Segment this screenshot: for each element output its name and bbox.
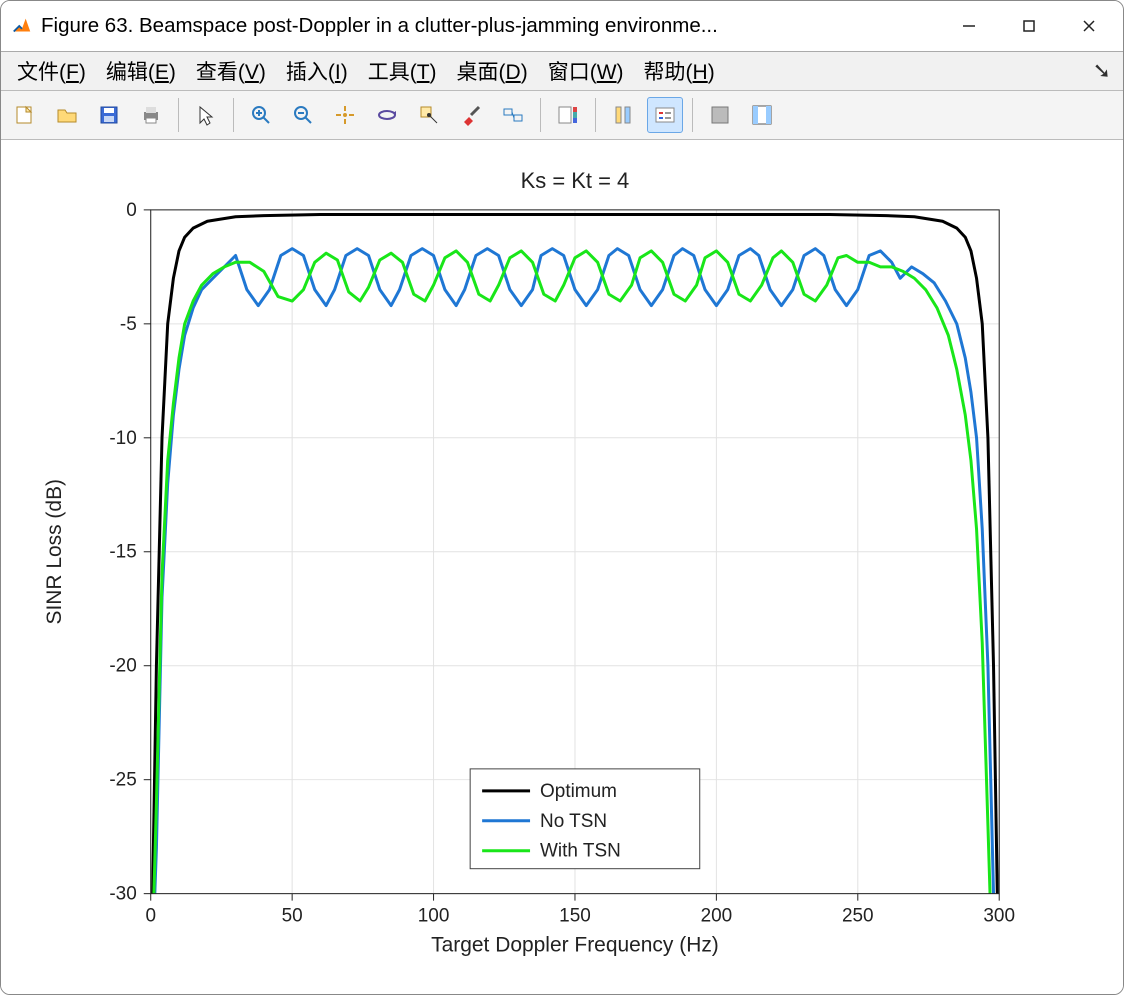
svg-text:0: 0 xyxy=(145,906,156,927)
insert-colorbar-icon[interactable] xyxy=(605,97,641,133)
svg-text:-15: -15 xyxy=(109,542,136,563)
svg-text:With TSN: With TSN xyxy=(540,841,621,862)
show-plot-tools-icon[interactable] xyxy=(744,97,780,133)
rotate3d-icon[interactable] xyxy=(369,97,405,133)
svg-text:150: 150 xyxy=(559,906,591,927)
close-button[interactable] xyxy=(1059,6,1119,46)
menu-f[interactable]: 文件(F) xyxy=(7,54,96,88)
figure-window: Figure 63. Beamspace post-Doppler in a c… xyxy=(0,0,1124,995)
minimize-button[interactable] xyxy=(939,6,999,46)
svg-text:-5: -5 xyxy=(120,314,137,335)
insert-legend-icon[interactable] xyxy=(647,97,683,133)
svg-text:Optimum: Optimum xyxy=(540,781,617,802)
menu-e[interactable]: 编辑(E) xyxy=(96,54,186,88)
menu-v[interactable]: 查看(V) xyxy=(186,54,276,88)
colorbar-icon[interactable] xyxy=(550,97,586,133)
chart-title: Ks = Kt = 4 xyxy=(521,168,630,193)
print-icon[interactable] xyxy=(133,97,169,133)
maximize-button[interactable] xyxy=(999,6,1059,46)
menubar: 文件(F)编辑(E)查看(V)插入(I)工具(T)桌面(D)窗口(W)帮助(H)… xyxy=(1,52,1123,91)
pointer-icon[interactable] xyxy=(188,97,224,133)
menu-d[interactable]: 桌面(D) xyxy=(447,54,538,88)
legend[interactable]: Optimum No TSN With TSN xyxy=(470,769,700,869)
titlebar[interactable]: Figure 63. Beamspace post-Doppler in a c… xyxy=(1,1,1123,52)
window-title: Figure 63. Beamspace post-Doppler in a c… xyxy=(41,14,718,38)
svg-text:300: 300 xyxy=(983,906,1015,927)
svg-text:50: 50 xyxy=(282,906,303,927)
svg-text:200: 200 xyxy=(701,906,733,927)
svg-text:100: 100 xyxy=(418,906,450,927)
menu-w[interactable]: 窗口(W) xyxy=(538,54,634,88)
svg-text:0: 0 xyxy=(126,200,137,221)
plot-area[interactable]: 0 50 100 150 200 250 300 -30 -25 -20 -15 -10 -5 0 Targ… xyxy=(1,140,1123,994)
svg-text:-20: -20 xyxy=(109,656,136,677)
menu-i[interactable]: 插入(I) xyxy=(276,54,358,88)
menu-h[interactable]: 帮助(H) xyxy=(634,54,725,88)
svg-text:-10: -10 xyxy=(109,428,136,449)
menu-t[interactable]: 工具(T) xyxy=(358,54,447,88)
ylabel: SINR Loss (dB) xyxy=(43,479,66,625)
svg-text:250: 250 xyxy=(842,906,874,927)
data-cursor-icon[interactable] xyxy=(411,97,447,133)
zoom-in-icon[interactable] xyxy=(243,97,279,133)
hide-plot-tools-icon[interactable] xyxy=(702,97,738,133)
dock-arrow-icon[interactable]: ➘ xyxy=(1093,58,1117,84)
svg-text:-30: -30 xyxy=(109,884,136,905)
pan-icon[interactable] xyxy=(327,97,363,133)
matlab-icon xyxy=(11,15,33,37)
axes[interactable]: 0 50 100 150 200 250 300 -30 -25 -20 -15 -10 -5 0 Targ… xyxy=(1,140,1123,995)
xlabel: Target Doppler Frequency (Hz) xyxy=(431,934,719,957)
svg-text:No TSN: No TSN xyxy=(540,811,607,832)
save-icon[interactable] xyxy=(91,97,127,133)
svg-text:-25: -25 xyxy=(109,770,136,791)
open-icon[interactable] xyxy=(49,97,85,133)
new-figure-icon[interactable] xyxy=(7,97,43,133)
zoom-out-icon[interactable] xyxy=(285,97,321,133)
brush-icon[interactable] xyxy=(453,97,489,133)
toolbar xyxy=(1,91,1123,140)
link-plot-icon[interactable] xyxy=(495,97,531,133)
